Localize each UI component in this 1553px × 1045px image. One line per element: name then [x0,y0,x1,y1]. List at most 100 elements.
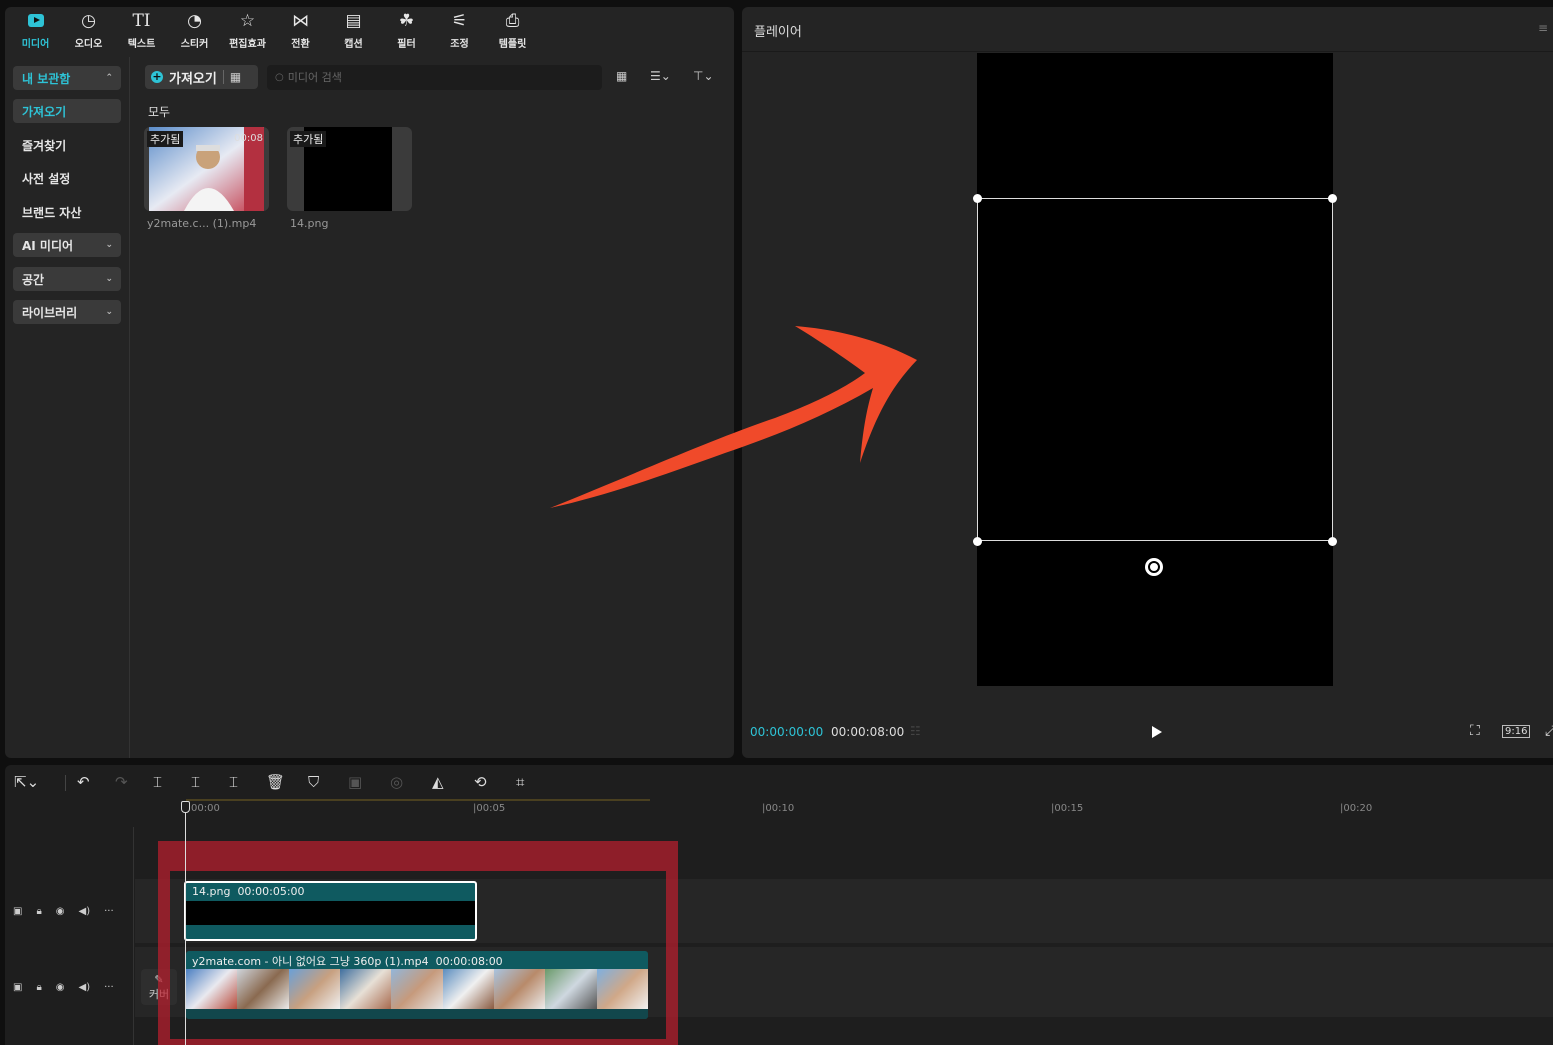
chevron-down-icon: ⌄ [105,240,113,250]
track-toggle-icon[interactable]: ▣ [13,906,22,917]
rotate-icon[interactable]: ⟲ [474,773,487,791]
sidebar-item-brand-assets[interactable]: 브랜드 자산 [13,200,121,224]
resize-handle[interactable] [1328,537,1337,546]
sidebar-group-library[interactable]: 라이브러리 ⌄ [13,300,121,324]
resize-handle[interactable] [973,537,982,546]
section-label: 모두 [148,105,171,119]
media-item-image[interactable]: 추가됨 [287,127,412,211]
freeze-icon[interactable]: ▣ [348,773,362,791]
tab-effects[interactable]: ☆ 편집효과 [221,7,274,53]
play-button[interactable] [1149,725,1163,739]
search-icon: ○ [275,72,284,83]
qr-icon[interactable]: ▦ [230,70,241,84]
tab-filter[interactable]: ☘ 필터 [380,7,433,53]
fullscreen-icon[interactable]: ⤢ [1545,723,1553,739]
rotate-handle-icon[interactable] [1145,558,1163,576]
marker-icon[interactable]: ⛉ [308,773,319,791]
duration-label: 00:08 [234,133,263,144]
tab-adjust[interactable]: ⚟ 조정 [433,7,486,53]
tab-transition[interactable]: ⋈ 전환 [274,7,327,53]
undo-icon[interactable]: ↶ [77,773,90,791]
import-button[interactable]: + 가져오기 ▦ [145,65,258,89]
caption-icon: ▤ [345,10,362,31]
tab-label: 캡션 [344,38,363,50]
more-icon[interactable]: ··· [104,906,114,917]
volume-icon[interactable]: ◀︎) [79,906,91,917]
sidebar-item-presets[interactable]: 사전 설정 [13,166,121,190]
tab-text[interactable]: TI 텍스트 [115,7,168,53]
filter-dropdown-icon[interactable]: ⊤⌄ [693,69,714,83]
tab-template[interactable]: ⎙ 템플릿 [486,7,539,53]
media-item-name: 14.png [290,217,329,230]
chevron-down-icon: ⌄ [105,274,113,284]
mirror-icon[interactable]: ◭ [432,773,444,791]
redo-icon[interactable]: ↷ [115,773,128,791]
aspect-ratio-button[interactable]: 9:16 [1502,725,1531,738]
speed-icon[interactable]: ◎ [390,773,403,791]
plus-icon: + [151,70,163,83]
waveform-icon: ☷ [910,724,921,738]
transition-icon: ⋈ [292,10,309,31]
preview-canvas[interactable] [973,53,1337,686]
tab-media[interactable]: 미디어 [9,7,62,53]
red-highlight-box [158,841,678,1045]
tab-label: 오디오 [74,38,103,50]
view-grid-icon[interactable]: ▦ [616,69,627,83]
text-icon: TI [132,10,151,31]
sort-icon[interactable]: ☰⌄ [650,69,671,83]
timeline-ruler[interactable]: 00:00 |00:05 |00:10 |00:15 |00:20 [5,799,1553,821]
split-icon[interactable]: ⌶ [153,773,162,791]
sidebar-group-space[interactable]: 공간 ⌄ [13,267,121,291]
delete-icon[interactable]: 🗑 [266,773,285,791]
added-badge: 추가됨 [290,131,327,147]
split-left-icon[interactable]: ⌶ [191,773,200,791]
track-controls: ▣ 🔒︎ ◉ ◀︎) ··· [5,982,133,993]
sidebar-label: 즐겨찾기 [22,138,67,153]
eye-icon[interactable]: ◉ [56,982,65,993]
zoom-fit-icon[interactable]: ⛶ [1470,723,1480,739]
media-search[interactable]: ○ [267,65,602,90]
track-toggle-icon[interactable]: ▣ [13,982,22,993]
sidebar-item-import[interactable]: 가져오기 [13,99,121,123]
filter-icon: ☘ [398,10,415,31]
media-icon [27,11,44,31]
tab-label: 템플릿 [498,38,527,50]
import-label: 가져오기 [169,71,217,87]
chevron-up-icon: ⌃ [105,73,113,83]
split-right-icon[interactable]: ⌶ [229,773,238,791]
sidebar-item-favorites[interactable]: 즐겨찾기 [13,133,121,157]
lock-icon[interactable]: 🔒︎ [36,906,41,917]
lock-icon[interactable]: 🔒︎ [36,982,41,993]
tab-label: 텍스트 [127,38,156,50]
sidebar-label: 브랜드 자산 [22,205,82,220]
media-item-name: y2mate.c... (1).mp4 [147,217,257,230]
resize-handle[interactable] [973,194,982,203]
media-item-video[interactable]: 추가됨 00:08 [144,127,269,211]
tab-label: 스티커 [180,38,209,50]
tab-label: 편집효과 [229,38,266,50]
tab-caption[interactable]: ▤ 캡션 [327,7,380,53]
tab-sticker[interactable]: ◔ 스티커 [168,7,221,53]
crop-icon[interactable]: ⌗ [516,773,524,791]
tab-audio[interactable]: ◷ 오디오 [62,7,115,53]
tab-label: 전환 [291,38,310,50]
playhead-handle[interactable] [181,801,190,813]
tab-label: 필터 [397,38,416,50]
resize-handle[interactable] [1328,194,1337,203]
sticker-icon: ◔ [187,10,202,31]
more-icon[interactable]: ··· [104,982,114,993]
sidebar-group-my-storage[interactable]: 내 보관함 ⌃ [13,66,121,90]
menu-icon[interactable]: ≡ [1538,21,1548,35]
select-cursor-icon[interactable]: ⇱⌄ [14,773,39,791]
sidebar-group-ai-media[interactable]: AI 미디어 ⌄ [13,233,121,257]
sidebar-label: 내 보관함 [22,71,71,86]
selection-box[interactable] [977,198,1333,541]
timeline-toolbar: ⇱⌄ ↶ ↷ ⌶ ⌶ ⌶ 🗑 ⛉ ▣ ◎ ◭ ⟲ ⌗ [5,765,1553,799]
tab-label: 미디어 [21,38,50,50]
search-input[interactable] [287,71,588,84]
player-title: 플레이어 [754,25,802,40]
effects-icon: ☆ [239,10,256,31]
playhead[interactable] [185,801,186,1045]
eye-icon[interactable]: ◉ [56,906,65,917]
volume-icon[interactable]: ◀︎) [79,982,91,993]
